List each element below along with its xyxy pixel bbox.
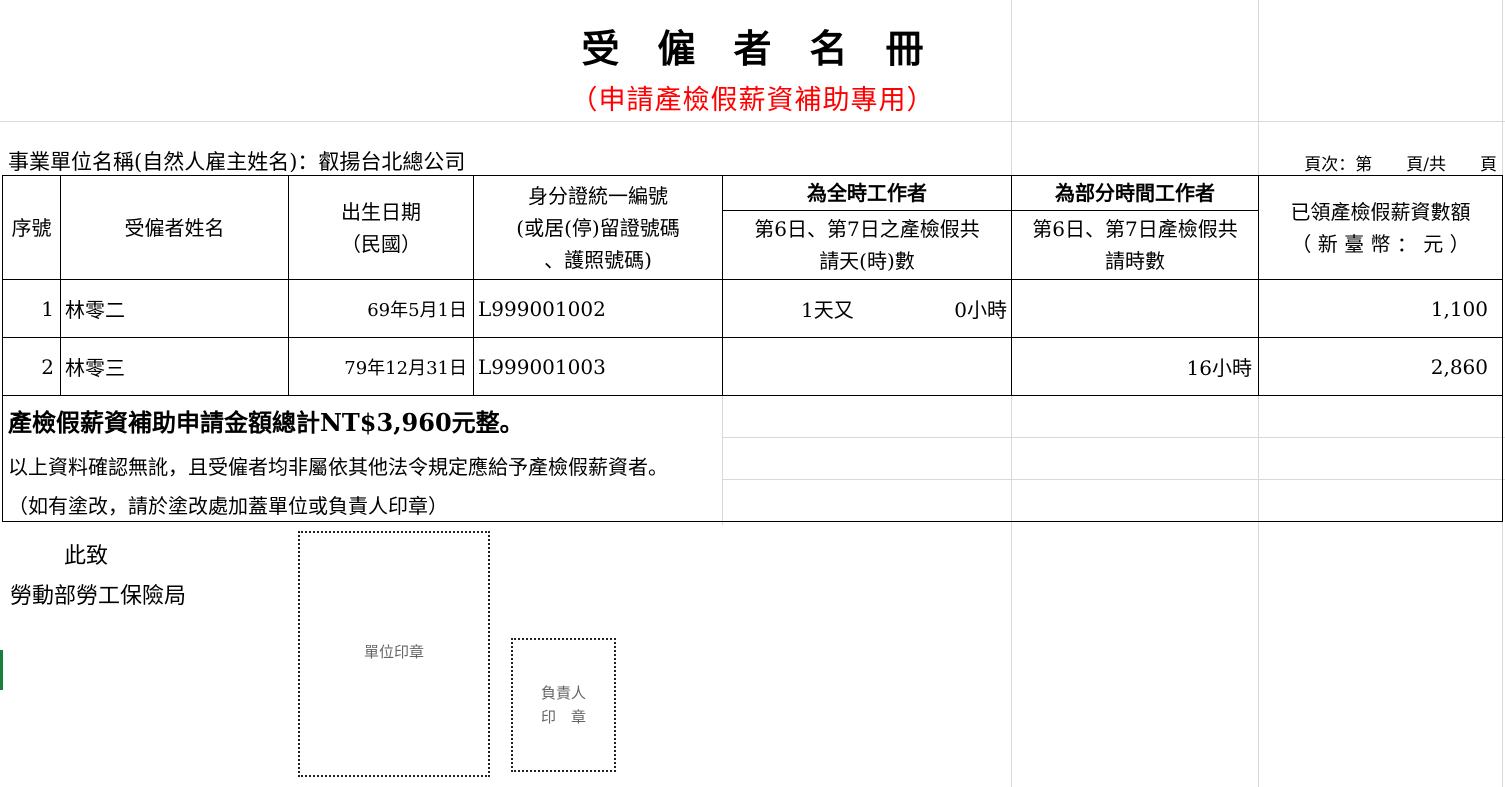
- header-amount-line1: 已領產檢假薪資數額: [1290, 199, 1471, 224]
- header-id-line2: (或居(停)留證號碼: [516, 215, 680, 240]
- correction-note: （如有塗改，請於塗改處加蓋單位或負責人印章）: [8, 494, 448, 518]
- header-fulltime-line2: 請天(時)數: [819, 249, 915, 273]
- section-border: [1502, 395, 1503, 522]
- section-border: [2, 395, 3, 522]
- page-title: 受僱者名冊: [581, 26, 962, 71]
- header-id: 身分證統一編號 (或居(停)留證號碼 、護照號碼): [473, 175, 723, 280]
- gridline: [0, 121, 1505, 122]
- cell-name[interactable]: 林零二: [60, 279, 289, 338]
- cell-fulltime-hours: 0小時: [954, 298, 1007, 322]
- header-parttime-group: 為部分時間工作者: [1011, 175, 1259, 211]
- header-name: 受僱者姓名: [60, 175, 289, 280]
- cell-id[interactable]: L999001003: [473, 337, 723, 396]
- header-birth-line2: （民國）: [341, 231, 421, 256]
- salutation: 此致: [64, 544, 109, 569]
- selection-marker: [0, 650, 3, 690]
- page-subtitle: （申請產檢假薪資補助專用）: [570, 85, 935, 116]
- gridline: [722, 479, 1012, 480]
- table-row: 2 林零三 79年12月31日 L999001003 16小時 2,860: [2, 337, 1503, 396]
- section-divider: [2, 521, 1502, 522]
- gridline: [722, 437, 1012, 438]
- gridline: [722, 395, 723, 525]
- company-name[interactable]: 叡揚台北總公司: [318, 150, 465, 174]
- company-line: 事業單位名稱(自然人雇主姓名)：叡揚台北總公司: [8, 146, 465, 176]
- header-parttime-detail: 第6日、第7日產檢假共 請時數: [1011, 210, 1259, 280]
- cell-fulltime[interactable]: 1天又 0小時: [722, 279, 1012, 338]
- header-birth: 出生日期 （民國）: [288, 175, 474, 280]
- header-amount-line2: （ 新 臺 幣 ： 元 ）: [1291, 231, 1470, 256]
- header-fulltime-group: 為全時工作者: [722, 175, 1012, 211]
- cell-parttime[interactable]: 16小時: [1011, 337, 1259, 396]
- page-counter: 頁次：第 頁/共 頁: [1304, 155, 1497, 175]
- cell-parttime[interactable]: [1011, 279, 1259, 338]
- cell-amount[interactable]: 2,860: [1258, 337, 1503, 396]
- header-amount: 已領產檢假薪資數額 （ 新 臺 幣 ： 元 ）: [1258, 175, 1503, 280]
- header-fulltime-detail: 第6日、第7日之產檢假共 請天(時)數: [722, 210, 1012, 280]
- cell-birth[interactable]: 79年12月31日: [288, 337, 474, 396]
- header-fulltime-line1: 第6日、第7日之產檢假共: [754, 217, 980, 241]
- rep-seal-label-line2: 印 章: [540, 708, 586, 726]
- recipient-agency: 勞動部勞工保險局: [10, 584, 187, 609]
- rep-seal-label-line1: 負責人: [540, 684, 586, 702]
- header-id-line3: 、護照號碼): [544, 247, 652, 272]
- cell-seq[interactable]: 2: [2, 337, 61, 396]
- cell-name[interactable]: 林零三: [60, 337, 289, 396]
- gridline: [1011, 437, 1505, 438]
- company-label: 事業單位名稱(自然人雇主姓名)：: [8, 150, 319, 174]
- header-seq: 序號: [2, 175, 61, 280]
- unit-seal-label: 單位印章: [363, 642, 424, 661]
- unit-seal-box[interactable]: 單位印章: [298, 531, 490, 777]
- confirm-statement: 以上資料確認無訛，且受僱者均非屬依其他法令規定應給予產檢假薪資者。: [8, 455, 668, 479]
- cell-seq[interactable]: 1: [2, 279, 61, 338]
- cell-amount[interactable]: 1,100: [1258, 279, 1503, 338]
- cell-fulltime-days: 1天又: [801, 298, 854, 322]
- header-parttime-line1: 第6日、第7日產檢假共: [1032, 217, 1238, 241]
- header-id-line1: 身分證統一編號: [528, 183, 668, 208]
- cell-id[interactable]: L999001002: [473, 279, 723, 338]
- representative-seal-box[interactable]: 負責人 印 章: [511, 638, 616, 772]
- cell-birth[interactable]: 69年5月1日: [288, 279, 474, 338]
- gridline: [1011, 479, 1505, 480]
- table-row: 1 林零二 69年5月1日 L999001002 1天又 0小時 1,100: [2, 279, 1503, 338]
- total-amount: 產檢假薪資補助申請金額總計NT$3,960元整。: [8, 408, 524, 437]
- employee-table: 序號 受僱者姓名 出生日期 （民國） 身分證統一編號 (或居(停)留證號碼 、護…: [2, 175, 1503, 396]
- header-birth-line1: 出生日期: [341, 199, 421, 224]
- cell-fulltime[interactable]: [722, 337, 1012, 396]
- header-parttime-line2: 請時數: [1105, 249, 1165, 273]
